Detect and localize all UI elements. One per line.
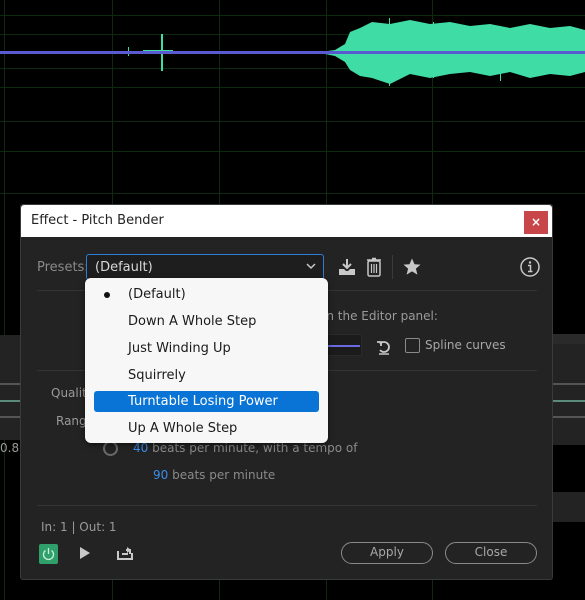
bpm-text: 40 beats per minute, with a tempo of (133, 441, 357, 455)
track-panel-right (553, 335, 585, 445)
grid-line (0, 121, 585, 122)
track-wave-thin (0, 400, 20, 402)
menu-item-label: (Default) (128, 287, 186, 302)
menu-item-label: Turntable Losing Power (128, 394, 278, 409)
track-divider (0, 383, 20, 385)
quality-label: Qualit (51, 386, 87, 400)
download-preset-icon[interactable] (337, 257, 357, 277)
dialog-titlebar[interactable]: Effect - Pitch Bender × (21, 205, 552, 237)
track-divider (553, 416, 585, 418)
editor-panel-text: in the Editor panel: (323, 309, 438, 323)
menu-item-default[interactable]: (Default) (94, 284, 319, 305)
power-icon (42, 548, 55, 561)
track-panel-right-lower (553, 492, 585, 522)
export-icon[interactable] (116, 545, 134, 561)
presets-dropdown[interactable]: (Default) (86, 254, 324, 280)
tempo-text: 90 beats per minute (153, 468, 275, 482)
dialog-close-button[interactable]: × (524, 211, 548, 234)
track-panel-left (0, 335, 20, 440)
grid-line (0, 193, 585, 194)
spline-curves-checkbox[interactable] (405, 338, 420, 353)
toolbar-separator (392, 255, 393, 279)
menu-item-label: Up A Whole Step (128, 421, 238, 436)
menu-item-label: Squirrely (128, 368, 186, 383)
tempo-value-input[interactable]: 90 (153, 468, 168, 482)
ruler-label: 0.8 (0, 441, 20, 455)
power-toggle-button[interactable] (39, 544, 58, 564)
menu-item-label: Just Winding Up (128, 341, 231, 356)
track-divider (553, 383, 585, 385)
audio-waveform[interactable] (0, 0, 585, 100)
menu-item-turntable-losing-power[interactable]: Turntable Losing Power (94, 391, 319, 412)
close-button[interactable]: Close (445, 542, 537, 564)
menu-item-just-winding-up[interactable]: Just Winding Up (94, 338, 319, 359)
presets-label: Presets: (37, 260, 89, 275)
bpm-value-input[interactable]: 40 (133, 441, 148, 455)
in-out-channels: In: 1 | Out: 1 (41, 520, 117, 534)
envelope-line[interactable] (0, 51, 585, 54)
close-icon: × (530, 215, 542, 229)
track-header (553, 334, 585, 344)
presets-selected-value: (Default) (95, 260, 153, 275)
info-icon[interactable] (519, 256, 541, 278)
track-divider (0, 416, 20, 418)
menu-item-down-a-whole-step[interactable]: Down A Whole Step (94, 311, 319, 332)
track-wave-thin (553, 400, 585, 402)
presets-menu: (Default) Down A Whole Step Just Winding… (85, 278, 328, 443)
grid-line (0, 151, 585, 152)
audio-editor-window: 0.8 Effect - Pitch Bender × Presets: (De… (0, 0, 585, 600)
play-button[interactable] (80, 547, 90, 559)
bpm-text-1: beats per minute, with a tempo of (148, 441, 358, 455)
apply-button[interactable]: Apply (341, 542, 433, 564)
dialog-title: Effect - Pitch Bender (31, 213, 164, 228)
divider (37, 505, 537, 506)
checked-bullet-icon (104, 292, 110, 298)
reset-icon[interactable] (375, 338, 393, 356)
star-icon[interactable] (402, 257, 422, 277)
menu-item-up-a-whole-step[interactable]: Up A Whole Step (94, 418, 319, 439)
bpm-radio[interactable] (103, 441, 118, 456)
trash-icon[interactable] (364, 257, 384, 277)
spline-curves-label: Spline curves (425, 338, 506, 352)
chevron-down-icon (306, 263, 316, 270)
bpm-text-2: beats per minute (168, 468, 276, 482)
menu-item-label: Down A Whole Step (128, 314, 257, 329)
menu-item-squirrely[interactable]: Squirrely (94, 365, 319, 386)
